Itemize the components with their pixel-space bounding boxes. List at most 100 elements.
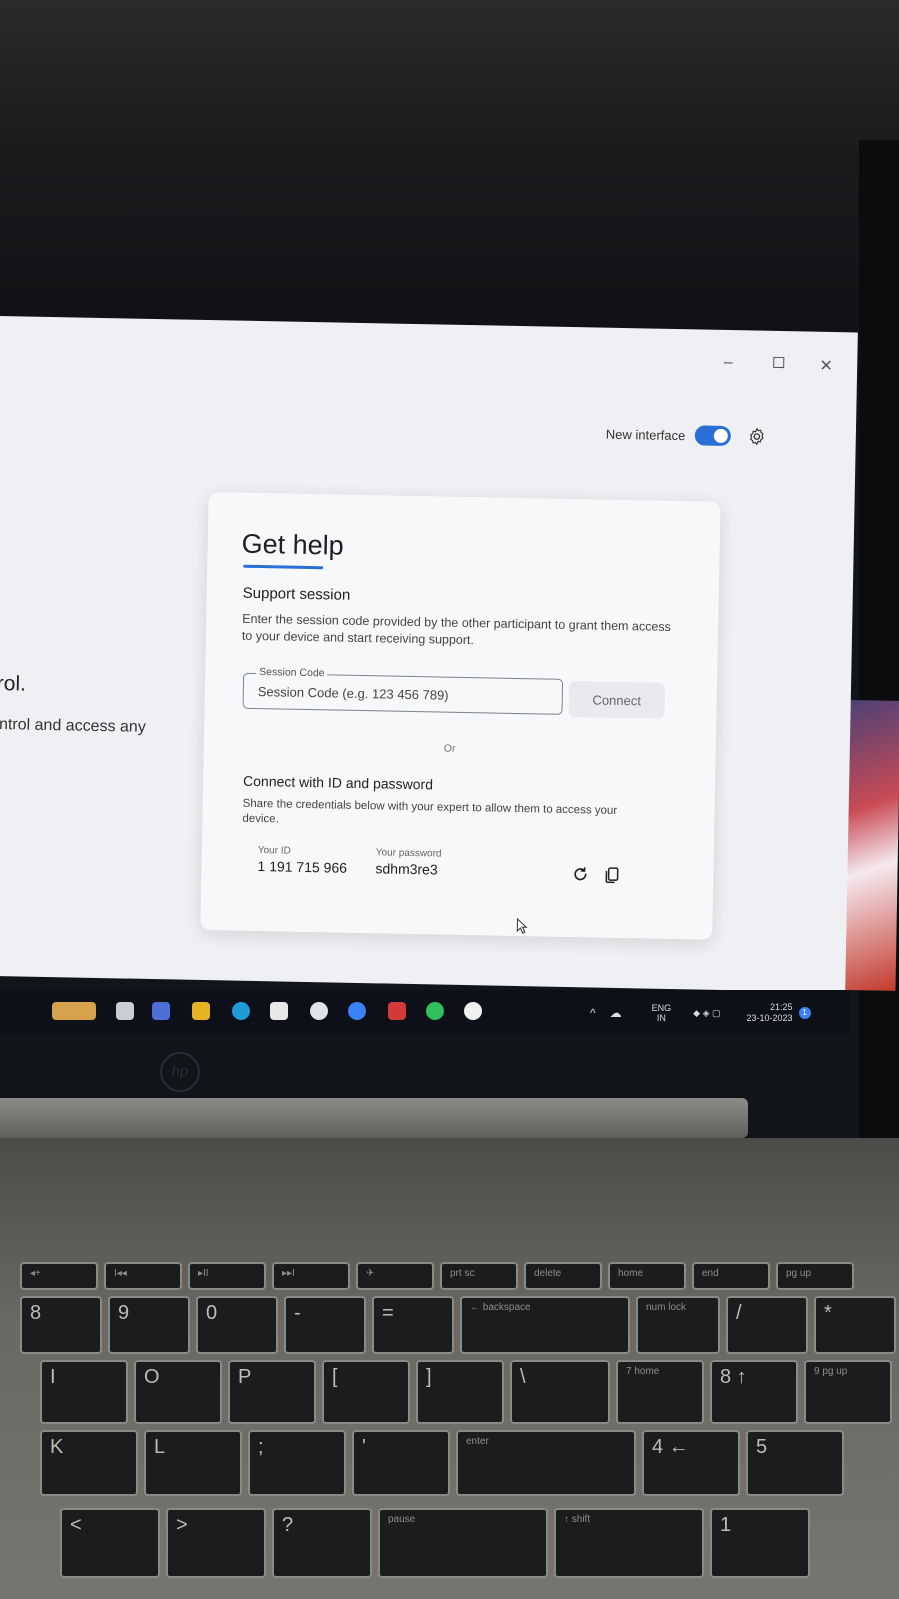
keyboard-key: ▸II (188, 1262, 266, 1290)
keyboard-key: 7 home (616, 1360, 704, 1424)
language-code: ENG (651, 1003, 672, 1013)
store-icon[interactable] (270, 1002, 288, 1020)
keyboard-key: [ (322, 1360, 410, 1424)
language-indicator[interactable]: ENG IN (652, 1003, 672, 1023)
gear-icon[interactable] (747, 426, 767, 446)
keyboard-key: end (692, 1262, 770, 1290)
edge-icon[interactable] (232, 1002, 250, 1020)
copy-icon[interactable] (603, 866, 621, 884)
your-password: Your password sdhm3re3 (375, 847, 441, 877)
new-interface-toggle-row: New interface (606, 424, 768, 447)
remote-icon[interactable] (464, 1002, 482, 1020)
your-password-value: sdhm3re3 (375, 860, 438, 878)
id-password-description: Share the credentials below with your ex… (242, 797, 618, 826)
support-session-heading: Support session (242, 584, 351, 604)
clock[interactable]: 21:25 23-10-2023 (747, 1002, 793, 1024)
laptop-hinge (0, 1098, 748, 1138)
keyboard-key: \ (510, 1360, 610, 1424)
connect-button[interactable]: Connect (568, 680, 666, 719)
mcafee-icon[interactable] (388, 1002, 406, 1020)
keyboard-key: - (284, 1296, 366, 1354)
title-underline (243, 564, 324, 570)
keyboard-key: > (166, 1508, 266, 1578)
keyboard-key: O (134, 1360, 222, 1424)
notification-badge[interactable]: 1 (798, 1007, 811, 1019)
your-id: Your ID 1 191 715 966 (257, 845, 347, 876)
keyboard-key: 8 ↑ (710, 1360, 798, 1424)
keyboard-key: = (372, 1296, 454, 1354)
folder-icon[interactable] (192, 1002, 210, 1020)
keyboard-key: ◂+ (20, 1262, 98, 1290)
keyboard-key: enter (456, 1430, 636, 1496)
keyboard-key: P (228, 1360, 316, 1424)
new-interface-toggle[interactable] (695, 425, 732, 447)
toggle-knob (714, 428, 729, 444)
keyboard-key: 0 (196, 1296, 278, 1354)
maximize-icon (772, 356, 784, 369)
refresh-icon[interactable] (571, 865, 589, 883)
support-session-description: Enter the session code provided by the o… (241, 611, 672, 648)
keyboard-key: ; (248, 1430, 346, 1496)
keyboard-key: prt sc (440, 1262, 518, 1290)
credentials-block: Your ID 1 191 715 966 Your password sdhm… (257, 845, 658, 893)
keyboard-key: / (726, 1296, 808, 1354)
id-password-heading: Connect with ID and password (242, 772, 434, 793)
close-button[interactable]: ✕ (811, 356, 841, 377)
keyboard-key: ✈ (356, 1262, 434, 1290)
keyboard-key: ▸▸I (272, 1262, 350, 1290)
new-interface-label: New interface (605, 426, 686, 443)
keyboard-key: ] (416, 1360, 504, 1424)
chevron-up-icon[interactable]: ^ (590, 1006, 596, 1020)
widgets-icon[interactable] (52, 1002, 96, 1020)
keyboard-key: home (608, 1262, 686, 1290)
or-divider: Or (443, 742, 456, 755)
page-title: Get help (241, 528, 345, 561)
teams-icon[interactable] (152, 1002, 170, 1020)
maximize-button[interactable] (763, 355, 793, 374)
file-icon[interactable] (116, 1002, 134, 1020)
keyboard-key: delete (524, 1262, 602, 1290)
your-id-label: Your ID (257, 845, 291, 857)
keyboard-key: pause (378, 1508, 548, 1578)
keyboard-key: ? (272, 1508, 372, 1578)
keyboard-key: 5 (746, 1430, 844, 1496)
whatsapp-icon[interactable] (426, 1002, 444, 1020)
keyboard-key: 9 pg up (804, 1360, 892, 1424)
minimize-button[interactable]: – (713, 354, 743, 373)
help-icon[interactable] (348, 1002, 366, 1020)
keyboard-key: num lock (636, 1296, 720, 1354)
taskbar: ^ ☁ ENG IN ◆ ◈ ▢ 21:25 23-10-2023 1 (0, 990, 850, 1034)
time: 21:25 (770, 1002, 793, 1012)
keyboard-key: 8 (20, 1296, 102, 1354)
get-help-card: Get help Support session Enter the sessi… (200, 492, 721, 940)
keyboard-key: 9 (108, 1296, 190, 1354)
keyboard-key: ↑ shift (554, 1508, 704, 1578)
keyboard-key: ← backspace (460, 1296, 630, 1354)
wifi-icon[interactable]: ◆ ◈ ▢ (693, 1008, 720, 1019)
session-code-input[interactable] (243, 673, 563, 714)
keyboard-key: I (40, 1360, 128, 1424)
cloud-icon[interactable]: ☁ (610, 1006, 622, 1020)
your-password-label: Your password (375, 847, 442, 860)
date: 23-10-2023 (746, 1013, 793, 1023)
keyboard-key: L (144, 1430, 242, 1496)
keyboard-key: pg up (776, 1262, 854, 1290)
language-region: IN (656, 1013, 666, 1023)
keyboard-key: K (40, 1430, 138, 1496)
background-heading: trol. (0, 671, 27, 696)
hp-logo: hp (160, 1052, 200, 1092)
background-text: ontrol and access any (0, 715, 146, 736)
keyboard-key: I◂◂ (104, 1262, 182, 1290)
photo-background (0, 0, 899, 330)
keyboard-key: < (60, 1508, 160, 1578)
app-window: – ✕ New interface trol. ontrol and acces… (0, 316, 858, 993)
keyboard-key: * (814, 1296, 896, 1354)
your-id-value: 1 191 715 966 (257, 858, 348, 876)
system-tray: ^ ☁ ENG IN ◆ ◈ ▢ 21:25 23-10-2023 1 (590, 998, 811, 1028)
keyboard-key: ' (352, 1430, 450, 1496)
keyboard-key: 1 (710, 1508, 810, 1578)
mouse-cursor-icon (516, 918, 528, 934)
keyboard-key: 4 ← (642, 1430, 740, 1496)
session-code-field: Session Code (242, 665, 564, 715)
app-icon[interactable] (310, 1002, 328, 1020)
